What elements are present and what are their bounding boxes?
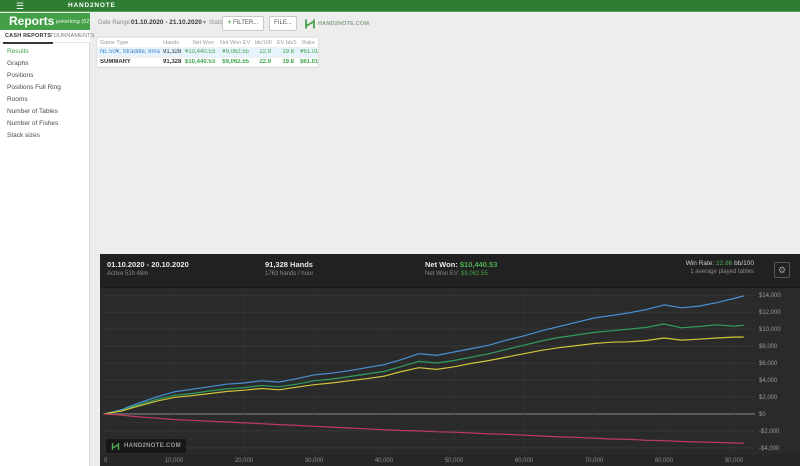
graph-active-time: Active 51h 48m bbox=[107, 271, 149, 277]
app-title: HAND2NOTE bbox=[68, 2, 116, 9]
col-bb100[interactable]: bb/100 bbox=[252, 40, 274, 46]
svg-text:70,000: 70,000 bbox=[585, 458, 604, 464]
svg-text:$10,000: $10,000 bbox=[759, 327, 781, 333]
svg-text:$8,000: $8,000 bbox=[759, 344, 778, 350]
win-rate-label: Win Rate: bbox=[685, 260, 717, 267]
svg-text:90,000: 90,000 bbox=[725, 458, 744, 464]
sidebar-item-number-of-fishes[interactable]: Number of Fishes bbox=[0, 118, 90, 130]
col-rake[interactable]: Rake bbox=[297, 40, 318, 46]
svg-text:60,000: 60,000 bbox=[515, 458, 534, 464]
net-won-ev-label: Net Won EV: bbox=[425, 271, 462, 277]
date-range-value[interactable]: 01.10.2020 - 21.10.2020 bbox=[131, 19, 202, 26]
net-won-ev-value: $9,062.55 bbox=[461, 271, 488, 277]
svg-text:80,000: 80,000 bbox=[655, 458, 674, 464]
equity-graph-panel: 01.10.2020 - 20.10.2020 Active 51h 48m 9… bbox=[100, 254, 800, 466]
hand2note-logo-icon[interactable] bbox=[304, 17, 316, 29]
gear-icon[interactable]: ⚙ bbox=[774, 262, 790, 278]
tab-cash-reports[interactable]: CASH REPORTS bbox=[2, 33, 54, 44]
svg-text:$4,000: $4,000 bbox=[759, 378, 778, 384]
game-type-cell: NL 50¥, Straddle, 8max bbox=[100, 49, 160, 56]
col-net-won[interactable]: Net Won bbox=[182, 40, 217, 46]
page-title: Reports bbox=[9, 14, 55, 28]
chevron-down-icon[interactable]: ▾ bbox=[203, 19, 206, 26]
top-bar: ☰ HAND2NOTE bbox=[0, 0, 800, 12]
game-type-cell: SUMMARY bbox=[100, 58, 131, 65]
table-row[interactable]: NL 50¥, Straddle, 8max 91,328 ¥10,440.53… bbox=[97, 48, 318, 58]
plus-icon: + bbox=[227, 20, 232, 26]
sidebar-item-positions-full-ring[interactable]: Positions Full Ring bbox=[0, 82, 90, 94]
hands-cell: 91,328 bbox=[163, 49, 182, 56]
svg-text:10,000: 10,000 bbox=[165, 458, 184, 464]
report-tabs: CASH REPORTS TOURNAMENTS bbox=[0, 30, 94, 44]
tab-tournaments[interactable]: TOURNAMENTS bbox=[50, 33, 95, 39]
net-won-cell: ¥10,440.53 bbox=[185, 49, 216, 56]
svg-text:$0: $0 bbox=[759, 412, 766, 418]
report-table: Game Type Hands Net Won Net Won EV bb/10… bbox=[97, 38, 318, 67]
graph-hands-count: 91,328 Hands bbox=[265, 260, 313, 269]
table-header-row: Game Type Hands Net Won Net Won EV bb/10… bbox=[97, 38, 318, 48]
table-row-summary[interactable]: SUMMARY 91,328 $10,440.53 $9,062.55 22.9… bbox=[97, 58, 318, 67]
graph-date-range: 01.10.2020 - 20.10.2020 bbox=[107, 260, 189, 269]
net-won-label: Net Won: bbox=[425, 260, 460, 269]
svg-text:$14,000: $14,000 bbox=[759, 293, 781, 299]
sidebar-item-rooms[interactable]: Rooms bbox=[0, 94, 90, 106]
svg-text:40,000: 40,000 bbox=[375, 458, 394, 464]
col-ev-bb100[interactable]: EV bb/100 bbox=[274, 40, 297, 46]
sidebar-item-stack-sizes[interactable]: Stack sizes bbox=[0, 130, 90, 142]
win-rate-unit: bb/100 bbox=[732, 260, 754, 267]
svg-text:-$4,000: -$4,000 bbox=[759, 446, 780, 452]
net-won-ev-cell: ¥9,062.55 bbox=[222, 49, 249, 56]
win-rate-value: 22.86 bbox=[716, 260, 733, 267]
sidebar: Reports pokerking (62) ▾ CASH REPORTS TO… bbox=[0, 13, 95, 466]
hamburger-icon[interactable]: ☰ bbox=[16, 1, 24, 12]
rake-cell: $61.01 bbox=[300, 58, 318, 65]
svg-text:20,000: 20,000 bbox=[235, 458, 254, 464]
svg-text:$6,000: $6,000 bbox=[759, 361, 778, 367]
bb100-cell: 22.9 bbox=[259, 58, 271, 65]
watermark-text: HAND2NOTE.COM bbox=[124, 443, 181, 449]
sidebar-item-results[interactable]: Results bbox=[0, 46, 90, 58]
bb100-cell: 22.9 bbox=[259, 49, 271, 56]
graph-watermark: HAND2NOTE.COM bbox=[106, 439, 186, 453]
graph-header: 01.10.2020 - 20.10.2020 Active 51h 48m 9… bbox=[100, 254, 800, 288]
account-dropdown[interactable]: pokerking (62) ▾ bbox=[56, 19, 95, 25]
brand-link[interactable]: HAND2NOTE.COM bbox=[318, 21, 369, 27]
sidebar-menu: Results Graphs Positions Positions Full … bbox=[0, 46, 90, 142]
hand2note-logo-icon bbox=[111, 442, 120, 450]
col-game-type[interactable]: Game Type bbox=[97, 40, 160, 46]
ev-bb100-cell: 19.8 bbox=[282, 49, 294, 56]
avg-tables: 1 average played tables bbox=[690, 269, 754, 275]
ev-bb100-cell: 19.8 bbox=[282, 58, 294, 65]
net-won-ev-cell: $9,062.55 bbox=[222, 58, 249, 65]
net-won-value: $10,440.53 bbox=[459, 260, 498, 269]
toolbar: Date Range: 01.10.2020 - 21.10.2020 ▾ St… bbox=[91, 13, 800, 35]
sidebar-item-graphs[interactable]: Graphs bbox=[0, 58, 90, 70]
col-hands[interactable]: Hands bbox=[160, 40, 182, 46]
date-range-label: Date Range: bbox=[98, 20, 132, 26]
filter-button[interactable]: + FILTER... bbox=[222, 16, 264, 31]
svg-text:$2,000: $2,000 bbox=[759, 395, 778, 401]
col-net-won-ev[interactable]: Net Won EV bbox=[217, 40, 252, 46]
sidebar-item-number-of-tables[interactable]: Number of Tables bbox=[0, 106, 90, 118]
sidebar-header: Reports pokerking (62) ▾ bbox=[0, 13, 95, 30]
svg-text:30,000: 30,000 bbox=[305, 458, 324, 464]
rake-cell: ¥61.01 bbox=[300, 49, 318, 56]
svg-text:50,000: 50,000 bbox=[445, 458, 464, 464]
graph-hands-per-hour: 1763 hands / hour bbox=[265, 271, 314, 277]
file-button[interactable]: FILE... bbox=[269, 16, 297, 31]
svg-text:$12,000: $12,000 bbox=[759, 310, 781, 316]
net-won-cell: $10,440.53 bbox=[185, 58, 216, 65]
svg-text:-$2,000: -$2,000 bbox=[759, 429, 780, 435]
sidebar-item-positions[interactable]: Positions bbox=[0, 70, 90, 82]
hands-cell: 91,328 bbox=[163, 58, 182, 65]
